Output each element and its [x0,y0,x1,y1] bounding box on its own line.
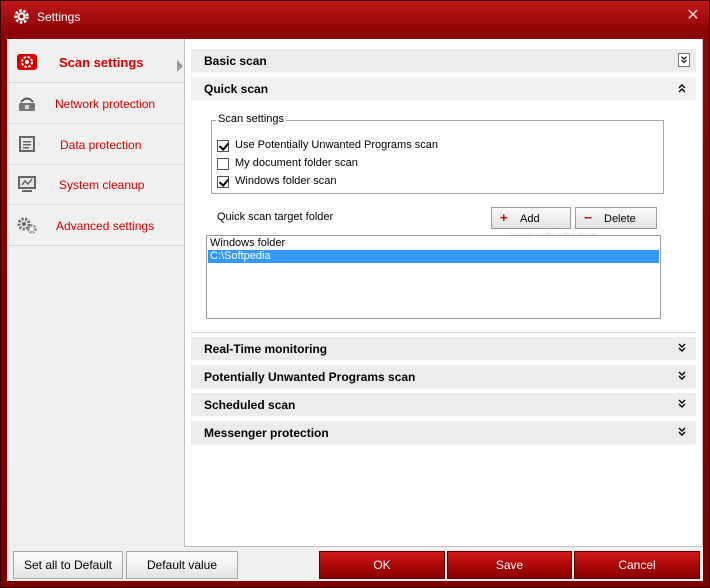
window-title: Settings [37,10,81,24]
cancel-button[interactable]: Cancel [574,551,700,579]
sidebar-item-label: Scan settings [59,55,144,70]
chevron-down-icon[interactable] [678,53,690,67]
settings-panel: Basic scan Quick scan Scan settings Use … [184,39,703,547]
scan-gear-icon [17,54,37,70]
network-icon [19,97,35,111]
chevron-down-icon[interactable] [676,369,688,383]
section-basic-scan[interactable]: Basic scan [191,49,696,73]
section-title: Potentially Unwanted Programs scan [204,370,416,384]
checkbox[interactable] [217,140,229,152]
button-label: Delete [604,213,636,225]
default-value-button[interactable]: Default value [126,551,238,579]
add-folder-button[interactable]: + Add [491,207,571,229]
ok-button[interactable]: OK [319,551,445,579]
chevron-down-icon[interactable] [676,425,688,439]
section-real-time-monitoring[interactable]: Real-Time monitoring [191,337,696,361]
client-area: Scan settings Network protection Data pr… [7,39,703,581]
close-icon: ✕ [686,7,700,24]
chevron-down-icon[interactable] [676,341,688,355]
target-folder-label: Quick scan target folder [217,211,334,223]
sidebar-item-system-cleanup[interactable]: System cleanup [7,165,184,205]
sidebar-item-label: Advanced settings [56,219,155,233]
checkbox-label: Windows folder scan [235,175,337,187]
section-scheduled-scan[interactable]: Scheduled scan [191,393,696,417]
save-button[interactable]: Save [447,551,572,579]
plus-icon: + [500,210,508,225]
list-item[interactable]: Windows folder [208,237,659,250]
minus-icon: − [584,210,592,225]
sidebar: Scan settings Network protection Data pr… [7,39,184,547]
checkbox-label: Use Potentially Unwanted Programs scan [235,139,438,151]
set-all-default-button[interactable]: Set all to Default [13,551,123,579]
section-title: Basic scan [204,54,267,68]
group-title: Scan settings [216,113,287,125]
checkbox[interactable] [217,176,229,188]
sidebar-item-label: Network protection [55,97,156,111]
section-title: Quick scan [204,82,269,96]
settings-gear-icon [14,9,29,24]
sidebar-item-network-protection[interactable]: Network protection [7,84,184,124]
section-pup-scan[interactable]: Potentially Unwanted Programs scan [191,365,696,389]
sidebar-item-data-protection[interactable]: Data protection [7,125,184,165]
list-item-selected[interactable]: C:\Softpedia [208,250,659,263]
button-label: Add [520,213,540,225]
sidebar-item-label: System cleanup [59,178,145,192]
sidebar-item-label: Data protection [60,138,142,152]
checkbox[interactable] [217,158,229,170]
quick-scan-content: Scan settings Use Potentially Unwanted P… [191,113,696,333]
section-title: Scheduled scan [204,398,296,412]
title-bar[interactable]: Settings ✕ [1,1,709,33]
active-arrow-icon [177,60,183,72]
section-title: Real-Time monitoring [204,342,328,356]
target-folder-list[interactable]: Windows folder C:\Softpedia [206,235,661,319]
delete-folder-button[interactable]: − Delete [575,207,657,229]
section-quick-scan[interactable]: Quick scan [191,77,696,101]
chevron-down-icon[interactable] [676,397,688,411]
sidebar-item-scan-settings[interactable]: Scan settings [7,43,184,83]
settings-window: Settings ✕ Scan settings Network protect… [0,0,710,588]
checkbox-label: My document folder scan [235,157,358,169]
gears-icon [17,217,37,234]
section-title: Messenger protection [204,426,329,440]
section-messenger-protection[interactable]: Messenger protection [191,421,696,445]
close-button[interactable]: ✕ [685,8,701,24]
document-icon [19,136,35,152]
monitor-icon [18,176,36,192]
sidebar-item-advanced-settings[interactable]: Advanced settings [7,206,184,246]
chevron-up-icon[interactable] [676,81,688,95]
